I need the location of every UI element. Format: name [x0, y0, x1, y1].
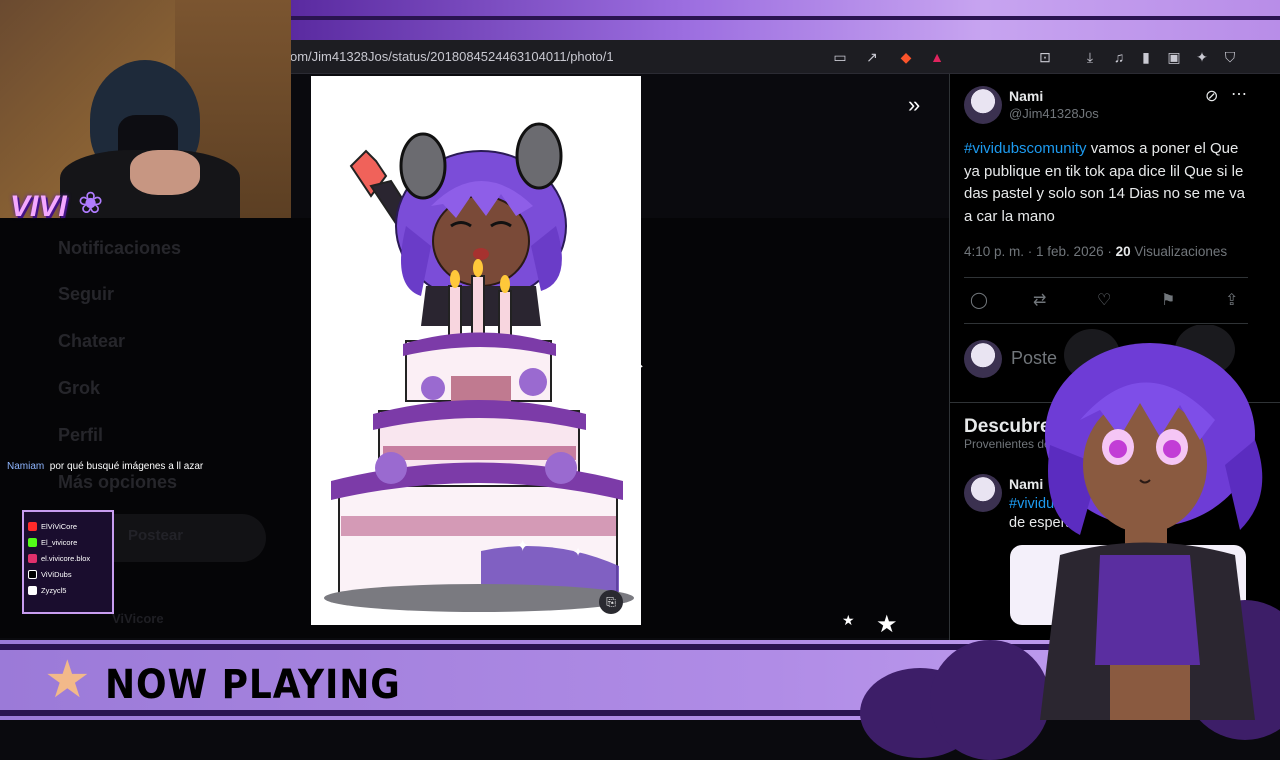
social-roblox: Zyzycl5 [28, 582, 108, 598]
tweet-author-avatar[interactable] [964, 86, 1002, 124]
discover-subtitle: Provenientes de [964, 437, 1051, 451]
brave-shield-icon[interactable]: ◆ [897, 48, 915, 66]
x-icon [28, 569, 37, 579]
sparkle-icon: ★ [876, 611, 898, 638]
paw-icon: ❀ [78, 187, 104, 220]
social-label: El_vivicore [41, 537, 78, 547]
sparkle-icon: ★ [842, 612, 855, 628]
wallet-icon[interactable]: ▣ [1165, 48, 1183, 66]
tweet-photo[interactable]: ✦ ✦ ⎘ [311, 76, 641, 625]
sidebar-profile[interactable]: Perfil [58, 425, 103, 446]
like-icon[interactable]: ♡ [1097, 290, 1111, 310]
tweet2-author-name[interactable]: Nami [1009, 476, 1043, 492]
social-kick: El_vivicore [28, 534, 108, 550]
social-label: el.vivicore.blox [41, 553, 91, 563]
tweet2-avatar[interactable] [964, 474, 1002, 512]
share-icon[interactable]: ↗ [863, 48, 881, 66]
sidebar-follow[interactable]: Seguir [58, 284, 114, 305]
sidebar-chat[interactable]: Chatear [58, 331, 125, 352]
divider [964, 323, 1248, 324]
svg-text:✦: ✦ [516, 536, 529, 555]
discover-title: Descubre [964, 416, 1051, 437]
address-bar[interactable]: om/Jim41328Jos/status/201808452446310401… [290, 49, 614, 64]
youtube-icon [28, 521, 37, 531]
bookmark-icon[interactable]: ⚑ [1161, 290, 1175, 310]
tweet-author-name[interactable]: Nami [1009, 88, 1043, 104]
vivi-logo: VIVI [10, 190, 67, 223]
sidebar-grok[interactable]: Grok [58, 378, 100, 399]
overlay-top-frame [290, 0, 1280, 40]
chat-text: por qué busqué imágenes a ll azar [49, 461, 204, 472]
socials-card: ElViViCore El_vivicore el.vivicore.blox … [22, 510, 114, 614]
chat-username: Namiam [7, 461, 45, 472]
tweet-metadata: 4:10 p. m. · 1 feb. 2026 · 20 Visualizac… [964, 244, 1227, 259]
star-icon: ★ [44, 651, 91, 709]
reply-icon[interactable]: ◯ [970, 290, 988, 310]
tab-icon[interactable]: ⊡ [1036, 48, 1054, 66]
social-label: ViViDubs [41, 569, 72, 579]
mouse-cursor-icon: ↖ [630, 352, 646, 372]
social-youtube: ElViViCore [28, 518, 108, 534]
ai-icon[interactable]: ✦ [1193, 48, 1211, 66]
share-tweet-icon[interactable]: ⇪ [1225, 290, 1238, 310]
music-icon[interactable]: ♫ [1110, 48, 1128, 66]
social-x: ViViDubs [28, 566, 108, 582]
tweet-author-handle[interactable]: @Jim41328Jos [1009, 106, 1099, 121]
views-count: 20 [1115, 244, 1131, 259]
social-instagram: el.vivicore.blox [28, 550, 108, 566]
sidebar-notifications[interactable]: Notificaciones [58, 238, 181, 259]
sidebar-more-options[interactable]: Más opciones [58, 472, 177, 493]
instagram-icon [28, 553, 37, 563]
current-user-avatar [964, 340, 1002, 378]
retweet-icon[interactable]: ⇄ [1033, 290, 1046, 310]
roblox-icon [28, 585, 37, 595]
alt-text-icon[interactable]: ⎘ [599, 590, 623, 614]
now-playing-label: NOW PLAYING [105, 662, 401, 708]
svg-text:✦: ✦ [573, 545, 583, 559]
rewards-icon[interactable]: ▲ [928, 48, 946, 66]
webcam-feed [0, 0, 291, 218]
expand-panel-icon[interactable]: » [908, 92, 920, 118]
grok-icon[interactable]: ⊘ [1205, 86, 1218, 106]
account-name[interactable]: ViVicore [112, 611, 164, 626]
download-icon[interactable]: ⤓ [1081, 48, 1099, 66]
tweet-text: #vividubscomunity vamos a poner el Que y… [964, 138, 1254, 228]
cloud-decoration [930, 640, 1050, 760]
kick-icon [28, 537, 37, 547]
vtuber-avatar [1040, 325, 1263, 720]
tweet-time[interactable]: 4:10 p. m. · 1 feb. 2026 · [964, 244, 1116, 259]
vpn-icon[interactable]: ⛉ [1221, 48, 1239, 66]
more-options-icon[interactable]: ⋯ [1231, 84, 1247, 104]
reader-icon[interactable]: ▭ [831, 48, 849, 66]
divider [964, 277, 1248, 278]
views-label: Visualizaciones [1130, 244, 1228, 259]
post-button-label: Postear [128, 527, 184, 544]
chat-message: Namiam por qué busqué imágenes a ll azar [7, 461, 203, 472]
cake-illustration: ✦ ✦ [324, 122, 634, 612]
browser-toolbar: om/Jim41328Jos/status/201808452446310401… [290, 40, 1280, 74]
sidebar-icon[interactable]: ▮ [1137, 48, 1155, 66]
hashtag-link[interactable]: #vividubscomunity [964, 140, 1087, 157]
social-label: ElViViCore [41, 521, 77, 531]
social-label: Zyzycl5 [41, 585, 67, 595]
